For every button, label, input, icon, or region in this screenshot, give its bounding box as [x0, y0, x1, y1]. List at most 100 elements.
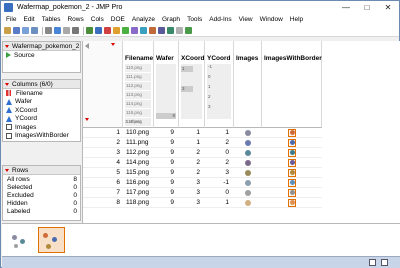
open-icon[interactable] — [4, 27, 11, 34]
cell-wafer[interactable]: 9 — [154, 158, 179, 168]
row-number[interactable]: 1 — [83, 128, 123, 138]
menu-cols[interactable]: Cols — [91, 16, 104, 23]
red-triangle-icon[interactable] — [5, 168, 9, 172]
cell-ycoord[interactable]: -1 — [205, 178, 234, 188]
cell-ycoord[interactable]: 2 — [205, 138, 234, 148]
cell-image[interactable] — [234, 128, 262, 138]
menu-tools[interactable]: Tools — [187, 16, 202, 23]
cell-filename[interactable]: 112.png — [123, 148, 154, 158]
cell-xcoord[interactable]: 2 — [179, 168, 205, 178]
red-triangle-icon[interactable] — [85, 118, 89, 121]
grid-corner[interactable] — [83, 41, 123, 128]
run-script-icon[interactable] — [185, 27, 192, 34]
col-header-wafer[interactable]: Wafer 8 — [154, 41, 179, 128]
column-item-imageswithborder[interactable]: ImagesWithBorder — [3, 132, 80, 141]
dashboard-icon[interactable] — [113, 27, 120, 34]
menu-tables[interactable]: Tables — [42, 16, 61, 23]
log-icon[interactable] — [149, 27, 156, 34]
cell-image-bordered[interactable] — [262, 188, 322, 198]
window-list-icon[interactable] — [167, 27, 174, 34]
row-number[interactable]: 6 — [83, 178, 123, 188]
red-triangle-icon[interactable] — [5, 44, 9, 48]
collapse-icon[interactable] — [85, 43, 89, 49]
journal-icon[interactable] — [131, 27, 138, 34]
cell-filename[interactable]: 114.png — [123, 158, 154, 168]
script-icon[interactable] — [122, 27, 129, 34]
cell-image-bordered[interactable] — [262, 148, 322, 158]
row-number[interactable]: 5 — [83, 168, 123, 178]
row-number[interactable]: 2 — [83, 138, 123, 148]
new-icon[interactable] — [13, 27, 20, 34]
cell-wafer[interactable]: 9 — [154, 198, 179, 208]
menu-edit[interactable]: Edit — [23, 16, 34, 23]
cell-image-bordered[interactable] — [262, 128, 322, 138]
cell-ycoord[interactable]: 2 — [205, 158, 234, 168]
col-header-xcoord[interactable]: XCoord 1 3 — [179, 41, 205, 128]
cell-xcoord[interactable]: 1 — [179, 138, 205, 148]
source-script[interactable]: Source — [3, 51, 80, 60]
cell-ycoord[interactable]: 0 — [205, 148, 234, 158]
menu-rows[interactable]: Rows — [67, 16, 83, 23]
window-list-icon[interactable] — [381, 259, 388, 266]
column-item-xcoord[interactable]: XCoord — [3, 106, 80, 115]
cell-wafer[interactable]: 9 — [154, 148, 179, 158]
cell-ycoord[interactable]: 0 — [205, 188, 234, 198]
cell-image-bordered[interactable] — [262, 168, 322, 178]
cell-filename[interactable]: 115.png — [123, 168, 154, 178]
menu-graph[interactable]: Graph — [162, 16, 180, 23]
cell-xcoord[interactable]: 2 — [179, 158, 205, 168]
cell-wafer[interactable]: 9 — [154, 168, 179, 178]
home-window-icon[interactable] — [369, 259, 376, 266]
preview-thumbnail-bordered[interactable] — [38, 227, 65, 253]
analyze-icon[interactable] — [104, 27, 111, 34]
table-icon[interactable] — [86, 27, 93, 34]
cell-wafer[interactable]: 9 — [154, 188, 179, 198]
minimize-icon[interactable]: — — [335, 1, 357, 14]
col-header-filename[interactable]: Filename 110.png 111.png 112.png 113.png… — [123, 41, 154, 128]
col-header-ycoord[interactable]: YCoord -1 0 1 2 3 — [205, 41, 234, 128]
cell-wafer[interactable]: 9 — [154, 128, 179, 138]
cell-filename[interactable]: 111.png — [123, 138, 154, 148]
cell-filename[interactable]: 118.png — [123, 198, 154, 208]
paste-icon[interactable] — [63, 27, 70, 34]
preview-thumbnail[interactable] — [8, 227, 32, 252]
cell-xcoord[interactable]: 3 — [179, 178, 205, 188]
cell-image-bordered[interactable] — [262, 198, 322, 208]
column-item-filename[interactable]: Filename — [3, 89, 80, 98]
red-triangle-icon[interactable] — [111, 43, 115, 46]
menu-doe[interactable]: DOE — [111, 16, 125, 23]
menu-view[interactable]: View — [239, 16, 253, 23]
menu-file[interactable]: File — [6, 16, 16, 23]
cell-filename[interactable]: 117.png — [123, 188, 154, 198]
col-header-images[interactable]: Images — [234, 41, 262, 128]
column-item-images[interactable]: Images — [3, 123, 80, 132]
menu-addins[interactable]: Add-Ins — [209, 16, 231, 23]
cell-image[interactable] — [234, 158, 262, 168]
cell-image[interactable] — [234, 138, 262, 148]
browser-icon[interactable] — [140, 27, 147, 34]
menu-window[interactable]: Window — [260, 16, 283, 23]
cell-ycoord[interactable]: 3 — [205, 168, 234, 178]
cell-image[interactable] — [234, 168, 262, 178]
red-triangle-icon[interactable] — [5, 82, 9, 86]
cell-image[interactable] — [234, 148, 262, 158]
save-as-icon[interactable] — [31, 27, 38, 34]
layout-icon[interactable] — [176, 27, 183, 34]
row-number[interactable]: 4 — [83, 158, 123, 168]
column-item-wafer[interactable]: Wafer — [3, 98, 80, 107]
save-icon[interactable] — [22, 27, 29, 34]
print-icon[interactable] — [72, 27, 79, 34]
cell-image[interactable] — [234, 198, 262, 208]
row-number[interactable]: 7 — [83, 188, 123, 198]
cell-ycoord[interactable]: 1 — [205, 198, 234, 208]
home-icon[interactable] — [158, 27, 165, 34]
copy-icon[interactable] — [54, 27, 61, 34]
cell-wafer[interactable]: 9 — [154, 178, 179, 188]
menu-analyze[interactable]: Analyze — [132, 16, 155, 23]
menu-help[interactable]: Help — [290, 16, 303, 23]
cell-xcoord[interactable]: 2 — [179, 148, 205, 158]
row-number[interactable]: 8 — [83, 198, 123, 208]
cell-image[interactable] — [234, 178, 262, 188]
column-item-ycoord[interactable]: YCoord — [3, 115, 80, 124]
cell-xcoord[interactable]: 1 — [179, 128, 205, 138]
